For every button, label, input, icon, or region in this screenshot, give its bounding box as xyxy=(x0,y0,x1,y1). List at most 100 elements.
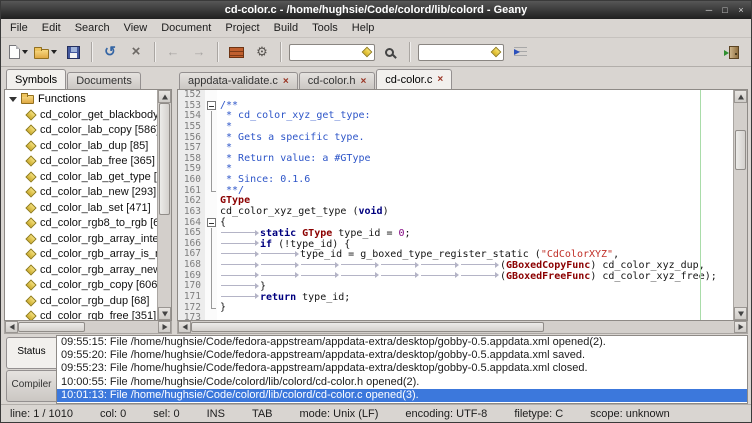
code-line[interactable]: 163cd_color_xyz_get_type (void) xyxy=(178,207,733,218)
scroll-right-arrow[interactable] xyxy=(734,321,747,333)
menu-file[interactable]: File xyxy=(3,20,35,36)
menu-help[interactable]: Help xyxy=(345,20,382,36)
symbol-item[interactable]: cd_color_rgb_free [351] xyxy=(5,309,157,321)
fold-margin xyxy=(205,313,217,320)
sidebar-tab-symbols[interactable]: Symbols xyxy=(6,69,66,89)
editor-vscrollbar xyxy=(733,90,747,320)
symbol-item[interactable]: cd_color_rgb_array_new [896] xyxy=(5,262,157,278)
goto-entry[interactable] xyxy=(418,44,504,61)
code-token: GBoxedFreeFunc xyxy=(506,271,590,282)
status-message-row[interactable]: 09:55:20: File /home/hughsie/Code/fedora… xyxy=(57,349,747,362)
status-message-row[interactable]: 09:55:23: File /home/hughsie/Code/fedora… xyxy=(57,362,747,375)
menu-build[interactable]: Build xyxy=(267,20,305,36)
dropdown-arrow-icon[interactable] xyxy=(22,50,28,54)
code-token: "CdColorXYZ" xyxy=(541,249,613,260)
statusbar-item: filetype: C xyxy=(514,408,563,420)
symbol-item[interactable]: cd_color_lab_dup [85] xyxy=(5,138,157,154)
expander-icon[interactable] xyxy=(9,97,17,102)
scroll-thumb[interactable] xyxy=(18,322,85,332)
sidebar-tab-documents[interactable]: Documents xyxy=(67,72,141,89)
editor-tab-cd-color.c[interactable]: cd-color.c× xyxy=(376,69,452,89)
code-line[interactable]: 156 * Gets a specific type. xyxy=(178,133,733,144)
code-line[interactable]: 158 * Return value: a #GType xyxy=(178,154,733,165)
minimize-button[interactable]: ─ xyxy=(702,4,716,17)
dropdown-arrow-icon[interactable] xyxy=(51,50,57,54)
code-line[interactable]: 173 xyxy=(178,313,733,320)
tab-whitespace-arrow xyxy=(220,271,260,279)
code-line[interactable]: 169(GBoxedFreeFunc) cd_color_xyz_free); xyxy=(178,271,733,282)
scroll-left-arrow[interactable] xyxy=(178,321,191,333)
code-line[interactable]: 161 **/ xyxy=(178,186,733,197)
code-line[interactable]: 154 * cd_color_xyz_get_type: xyxy=(178,111,733,122)
message-tab-status[interactable]: Status xyxy=(6,337,56,369)
menu-search[interactable]: Search xyxy=(68,20,117,36)
menu-tools[interactable]: Tools xyxy=(305,20,345,36)
save-button[interactable] xyxy=(61,40,85,64)
code-line[interactable]: 165static GType type_id = 0; xyxy=(178,228,733,239)
symbol-item[interactable]: cd_color_rgb_dup [68] xyxy=(5,293,157,309)
symbol-item[interactable]: cd_color_lab_set [471] xyxy=(5,200,157,216)
sidebar-tabs: SymbolsDocuments xyxy=(4,69,172,89)
symbol-root-functions[interactable]: Functions xyxy=(5,91,157,107)
symbol-item[interactable]: cd_color_rgb_array_is_monotonic xyxy=(5,247,157,263)
symbol-item[interactable]: cd_color_lab_get_type [203] xyxy=(5,169,157,185)
code-line[interactable]: 171return type_id; xyxy=(178,292,733,303)
symbol-item[interactable]: cd_color_lab_free [365] xyxy=(5,154,157,170)
maximize-button[interactable]: □ xyxy=(718,4,732,17)
scroll-thumb[interactable] xyxy=(159,103,170,215)
tab-close-icon[interactable]: × xyxy=(437,75,443,84)
status-message-row[interactable]: 10:00:55: File /home/hughsie/Code/colord… xyxy=(57,376,747,389)
open-button[interactable] xyxy=(32,40,59,64)
menu-document[interactable]: Document xyxy=(154,20,218,36)
editor-text-area[interactable]: 152153/**154 * cd_color_xyz_get_type:155… xyxy=(178,90,733,320)
goto-line-button[interactable] xyxy=(508,40,532,64)
close-button[interactable]: × xyxy=(734,4,748,17)
quit-button[interactable] xyxy=(722,40,746,64)
scroll-thumb[interactable] xyxy=(735,130,746,171)
editor-tab-cd-color.h[interactable]: cd-color.h× xyxy=(299,72,376,89)
menu-view[interactable]: View xyxy=(117,20,155,36)
code-line[interactable]: 172} xyxy=(178,303,733,314)
symbol-item[interactable]: cd_color_get_blackbody_rgb [97 xyxy=(5,107,157,123)
code-line[interactable]: 152 xyxy=(178,90,733,101)
code-line[interactable]: 164{ xyxy=(178,218,733,229)
scroll-up-arrow[interactable] xyxy=(158,90,171,103)
tab-whitespace-arrow xyxy=(220,260,260,268)
scroll-right-arrow[interactable] xyxy=(158,321,171,333)
symbol-item[interactable]: cd_color_lab_copy [586] xyxy=(5,123,157,139)
symbol-item[interactable]: cd_color_rgb_array_interpolate [9 xyxy=(5,231,157,247)
message-tab-compiler[interactable]: Compiler xyxy=(6,370,56,402)
entry-clear-icon[interactable] xyxy=(362,47,373,58)
build-button[interactable] xyxy=(250,40,274,64)
status-message-row[interactable]: 09:55:15: File /home/hughsie/Code/fedora… xyxy=(57,336,747,349)
scroll-up-arrow[interactable] xyxy=(734,90,747,103)
code-line[interactable]: 167type_id = g_boxed_type_register_stati… xyxy=(178,249,733,260)
fold-collapse-icon[interactable] xyxy=(207,218,216,227)
fold-collapse-icon[interactable] xyxy=(207,101,216,110)
menu-project[interactable]: Project xyxy=(218,20,266,36)
entry-clear-icon[interactable] xyxy=(491,47,502,58)
tab-close-icon[interactable]: × xyxy=(283,77,289,86)
close-file-button[interactable] xyxy=(124,40,148,64)
scroll-left-arrow[interactable] xyxy=(5,321,18,333)
find-button[interactable] xyxy=(379,40,403,64)
code-line[interactable]: 160 * Since: 0.1.6 xyxy=(178,175,733,186)
scroll-down-arrow[interactable] xyxy=(734,307,747,320)
symbol-tree[interactable]: Functions cd_color_get_blackbody_rgb [97… xyxy=(5,90,157,320)
editor-tab-appdata-validate.c[interactable]: appdata-validate.c× xyxy=(179,72,298,89)
scroll-thumb[interactable] xyxy=(191,322,544,332)
new-button[interactable] xyxy=(6,40,30,64)
status-message-row[interactable]: 10:01:13: File /home/hughsie/Code/colord… xyxy=(57,389,747,402)
menu-edit[interactable]: Edit xyxy=(35,20,68,36)
compile-button[interactable] xyxy=(224,40,248,64)
symbol-item[interactable]: cd_color_rgb_copy [606] xyxy=(5,278,157,294)
code-line[interactable]: 170} xyxy=(178,281,733,292)
revert-button[interactable] xyxy=(98,40,122,64)
symbol-item[interactable]: cd_color_lab_new [293] xyxy=(5,185,157,201)
search-entry[interactable] xyxy=(289,44,375,61)
symbol-item[interactable]: cd_color_rgb8_to_rgb [626] xyxy=(5,216,157,232)
scroll-down-arrow[interactable] xyxy=(158,307,171,320)
code-line[interactable]: 168(GBoxedCopyFunc) cd_color_xyz_dup, xyxy=(178,260,733,271)
tab-close-icon[interactable]: × xyxy=(360,77,366,86)
code-line[interactable]: 166if (!type_id) { xyxy=(178,239,733,250)
